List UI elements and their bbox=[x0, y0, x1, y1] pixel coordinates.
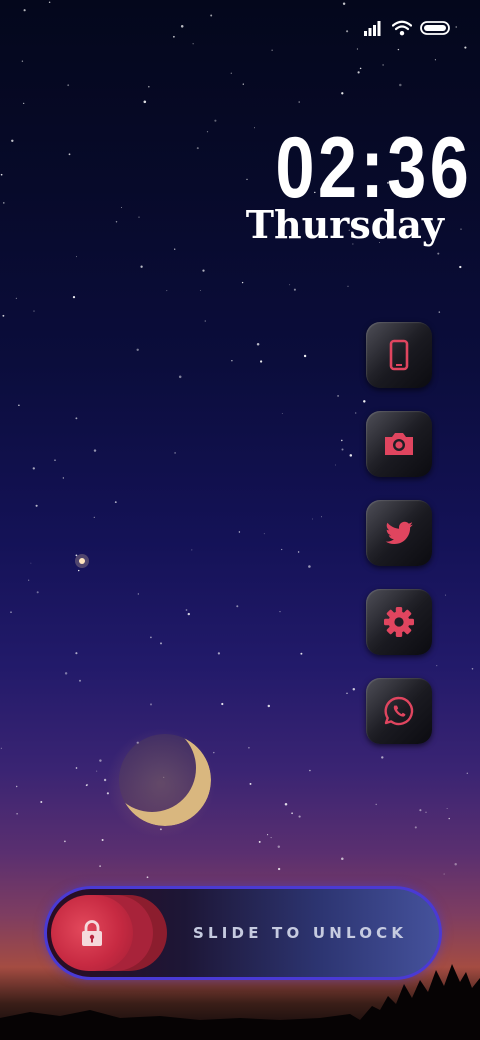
twitter-shortcut-button[interactable] bbox=[366, 500, 432, 566]
signal-bars-icon bbox=[364, 21, 381, 36]
lock-icon bbox=[82, 920, 102, 946]
unlock-knob[interactable] bbox=[51, 895, 133, 971]
crescent-moon bbox=[119, 734, 211, 826]
phone-shortcut-button[interactable] bbox=[366, 322, 432, 388]
gear-icon bbox=[384, 607, 414, 637]
slide-to-unlock-label: SLIDE TO UNLOCK bbox=[193, 924, 408, 942]
whatsapp-icon bbox=[384, 696, 414, 726]
smartphone-icon bbox=[389, 339, 409, 371]
camera-shortcut-button[interactable] bbox=[366, 411, 432, 477]
settings-shortcut-button[interactable] bbox=[366, 589, 432, 655]
day-of-week: Thursday bbox=[245, 202, 444, 247]
slide-to-unlock-track[interactable]: SLIDE TO UNLOCK bbox=[44, 886, 442, 980]
lock-screen: 02:36 Thursday SLIDE TO UNLOCK bbox=[0, 0, 480, 1040]
twitter-bird-icon bbox=[385, 521, 413, 544]
wifi-icon bbox=[392, 20, 412, 36]
app-shortcut-dock bbox=[366, 322, 434, 767]
battery-icon bbox=[420, 21, 450, 35]
camera-icon bbox=[385, 433, 413, 455]
status-bar bbox=[364, 14, 452, 42]
whatsapp-shortcut-button[interactable] bbox=[366, 678, 432, 744]
